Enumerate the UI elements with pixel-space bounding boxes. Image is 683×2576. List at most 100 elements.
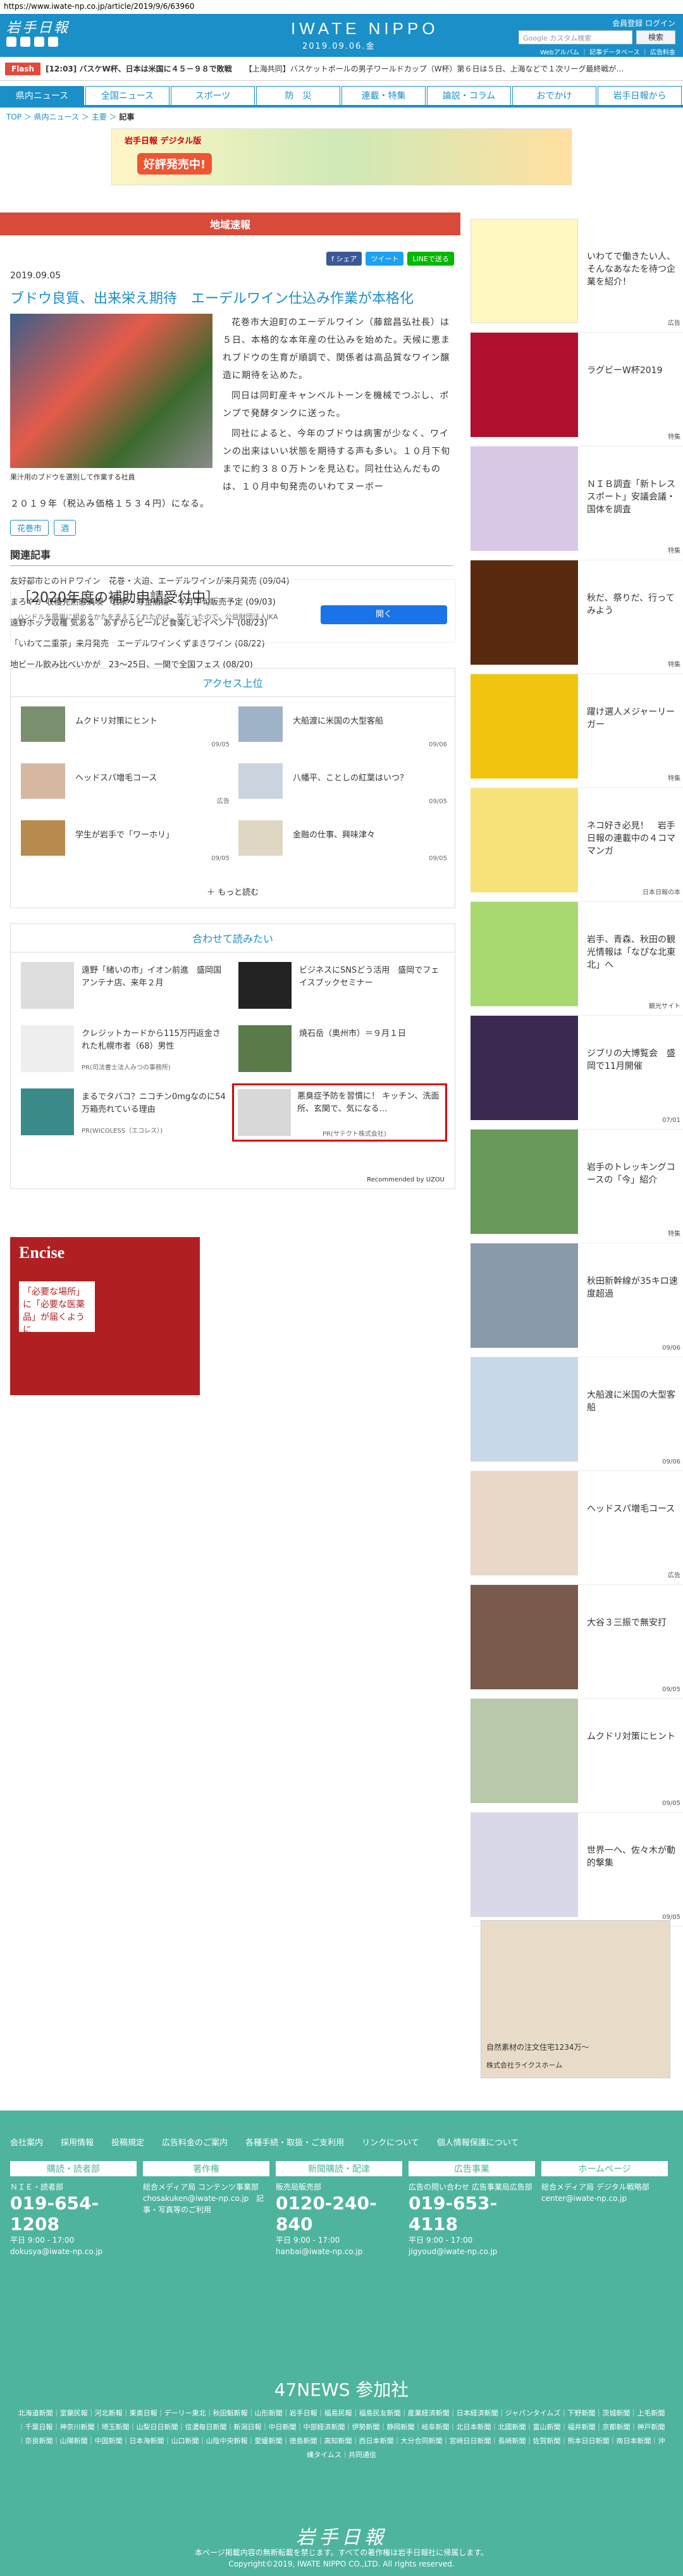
article-date: 2019.09.05 — [10, 271, 61, 281]
facebook-icon[interactable] — [6, 37, 16, 47]
sidebar-item[interactable]: 岩手、青森、秋田の観光情報は「なぴな北東北」へ 観光サイト — [471, 896, 683, 1016]
text-ad[interactable]: ［2020年度の補助申請受付中］ ハンドルを簡単に組めるかたを支えてくれたのは、… — [10, 579, 455, 643]
breadcrumb-main[interactable]: 主要 — [92, 113, 107, 121]
sidebar-item[interactable]: 大船渡に米国の大型客船 09/06 — [471, 1351, 683, 1471]
url-bar[interactable]: https://www.iwate-np.co.jp/article/2019/… — [0, 0, 683, 14]
footer-phone[interactable]: 0120-240-840 — [276, 2193, 402, 2234]
text-ad-open-button[interactable]: 開く — [321, 605, 447, 624]
read-more-link[interactable]: ＋ もっと読む — [11, 885, 455, 897]
footer-col-note[interactable]: center@iwate-np.co.jp — [541, 2193, 668, 2204]
ranking-date: 広告 — [217, 798, 230, 805]
breadcrumb: TOP ＞ 県内ニュース ＞ 主要 ＞ 記事 — [0, 108, 683, 126]
nav-tab-sports[interactable]: スポーツ — [171, 86, 255, 105]
footer-copyright: Copyright©2019, IWATE NIPPO CO.,LTD. All… — [228, 2560, 455, 2568]
footer-col-note[interactable]: 平日 9:00 - 17:00 dokusya@iwate-np.co.jp — [10, 2234, 137, 2257]
header-account-links[interactable]: 会員登録 ログイン — [612, 18, 675, 28]
footer-link[interactable]: 投稿規定 — [111, 2136, 144, 2148]
search-button[interactable]: 検索 — [636, 30, 675, 44]
house-ad[interactable]: 自然素材の注文住宅1234万〜 株式会社ライクスホーム — [481, 1920, 670, 2078]
sidebar-item[interactable]: ムクドリ対策にヒント 09/05 — [471, 1692, 683, 1813]
footer-link[interactable]: 採用情報 — [61, 2136, 94, 2148]
nav-tab-national[interactable]: 全国ニュース — [85, 86, 169, 105]
sidebar-item[interactable]: いわてで働きたい人、そんなあなたを待つ企業を紹介！ 広告 — [471, 213, 683, 333]
47news-list[interactable]: 北海道新聞｜室蘭民報｜河北新報｜東奥日報｜デーリー東北｜秋田魁新報｜山形新聞｜岩… — [15, 2407, 668, 2462]
recommend-item[interactable]: クレジットカードから115万円返金された札幌市者（68）男性 PR(司法書士法人み… — [21, 1025, 230, 1076]
nav-tab-features[interactable]: 連載・特集 — [342, 86, 426, 105]
footer-link[interactable]: 個人情報保護について — [437, 2136, 519, 2148]
ranking-item[interactable]: 八幡平、ことしの紅葉はいつ？ 09/05 — [238, 763, 447, 808]
recommend-item-highlighted[interactable]: 悪臭症予防を習慣に！ キッチン、洗面所、玄関で、気になる… PR(サテクト株式会社… — [232, 1083, 447, 1142]
footer-link[interactable]: 会社案内 — [10, 2136, 43, 2148]
nav-tab-opinion[interactable]: 論説・コラム — [427, 86, 511, 105]
line-icon[interactable] — [34, 37, 44, 47]
breadcrumb-local[interactable]: 県内ニュース — [34, 113, 79, 121]
recommend-pr: PR(サテクト株式会社) — [323, 1131, 386, 1138]
ranking-date: 09/05 — [429, 855, 447, 862]
facebook-share-button[interactable]: f シェア — [326, 252, 362, 266]
sidebar-item[interactable]: ＮＩＢ調査「新トレス スポート」安議会議・国体を調査 特集 — [471, 440, 683, 560]
sidebar-item[interactable]: 秋だ、祭りだ、行ってみよう 特集 — [471, 554, 683, 674]
recommend-powered-by[interactable]: Recommended by UZOU — [367, 1176, 445, 1183]
ranking-item[interactable]: ムクドリ対策にヒント 09/05 — [21, 706, 230, 751]
ranking-thumb — [238, 820, 283, 856]
brand-wordmark[interactable]: IWATE NIPPO — [291, 19, 439, 39]
sidebar-item[interactable]: 秋田新幹線が35キロ速度超過 09/06 — [471, 1237, 683, 1357]
tag-hanamaki[interactable]: 花巻市 — [10, 520, 49, 536]
sidebar-item[interactable]: ラグビーW杯2019 特集 — [471, 326, 683, 447]
line-share-button[interactable]: LINEで送る — [407, 252, 454, 266]
flash-item[interactable]: 【上海共同】バスケットボールの男子ワールドカップ（W杯）第６日は５日、上海などで… — [245, 63, 624, 74]
nav-tab-local[interactable]: 県内ニュース — [0, 86, 84, 105]
breadcrumb-top[interactable]: TOP — [6, 113, 22, 121]
article-photo[interactable] — [10, 314, 212, 468]
rss-icon[interactable] — [48, 37, 58, 47]
footer-phone[interactable]: 019-653-4118 — [409, 2193, 535, 2234]
sidebar-item[interactable]: ネコ好き必見！ 岩手日報の連載中の４コママンガ 日本日報の本 — [471, 782, 683, 902]
sidebar-text: 岩手、青森、秋田の観光情報は「なぴな北東北」へ — [587, 935, 675, 970]
recommend-item[interactable]: 遠野「緒いの市」イオン前進 盛岡国アンテナ店、来年２月 — [21, 962, 230, 1013]
footer-col-note[interactable]: chosakuken@iwate-np.co.jp 記事・写真等のご利用 — [143, 2193, 269, 2215]
footer-col-note[interactable]: 平日 9:00 - 17:00 jigyoud@iwate-np.co.jp — [409, 2234, 535, 2257]
sidebar-thumb — [471, 1471, 578, 1575]
share-buttons: f シェア ツイート LINEで送る — [326, 252, 454, 266]
ranking-item[interactable]: ヘッドスパ増毛コース 広告 — [21, 763, 230, 808]
footer-link[interactable]: 各種手続・取扱・ご支利用 — [245, 2136, 344, 2148]
footer-phone[interactable]: 019-654-1208 — [10, 2193, 137, 2234]
search-input[interactable]: Google カスタム検索 — [519, 30, 632, 44]
ranking-item[interactable]: 学生が岩手で「ワーホリ」 09/05 — [21, 820, 230, 865]
nav-tab-from-nippo[interactable]: 岩手日報から — [598, 86, 682, 105]
footer-contact-col: 新聞購読・配達 販売局販売部 0120-240-840 平日 9:00 - 17:00… — [276, 2161, 402, 2257]
sidebar-item[interactable]: 世界一へ、佐々木が動的撃集 09/05 — [471, 1806, 683, 1926]
sidebar-thumb — [471, 674, 578, 779]
banner-cta: 好評発売中! — [137, 153, 212, 175]
site-logo[interactable]: 岩手日報 — [6, 16, 70, 37]
nav-tab-disaster[interactable]: 防 災 — [256, 86, 340, 105]
nav-tab-outing[interactable]: おでかけ — [512, 86, 596, 105]
sidebar-item[interactable]: 大谷３三振で無安打 09/05 — [471, 1579, 683, 1699]
recommend-item[interactable]: 焼石岳（奥州市）＝９月１日 — [238, 1025, 447, 1076]
flash-ticker[interactable]: Flash [12:03] バスケW杯、日本は米国に４５－９８で敗戦 【上海共同… — [0, 57, 683, 81]
footer-col-note[interactable]: 平日 9:00 - 17:00 hanbai@iwate-np.co.jp — [276, 2234, 402, 2257]
digital-edition-banner[interactable]: 岩手日報 デジタル版 好評発売中! — [111, 128, 572, 185]
ranking-item[interactable]: 大船渡に米国の大型客船 09/06 — [238, 706, 447, 751]
footer-link[interactable]: 広告料金のご案内 — [162, 2136, 228, 2148]
sidebar-item[interactable]: 躍け選人メジャーリーガー 特集 — [471, 668, 683, 788]
encise-ad[interactable]: Encise 「必要な場所」に「必要な医薬品」が届くように — [10, 1237, 200, 1395]
header-sub-links[interactable]: Webアルバム ｜ 記事データベース ｜ 広告料金 — [540, 47, 675, 56]
recommend-item[interactable]: ビジネスにSNSどう活用 盛岡でフェイスブックセミナー — [238, 962, 447, 1013]
sidebar-item[interactable]: ヘッドスパ増毛コース 広告 — [471, 1465, 683, 1585]
twitter-icon[interactable] — [20, 37, 30, 47]
access-ranking: アクセス上位 ムクドリ対策にヒント 09/05 大船渡に米国の大型客船 09/06 … — [10, 668, 455, 908]
sidebar-text: 躍け選人メジャーリーガー — [587, 707, 675, 730]
tag-sake[interactable]: 酒 — [54, 520, 77, 536]
sidebar-item[interactable]: 岩手のトレッキングコースの「今」紹介 特集 — [471, 1123, 683, 1243]
sidebar-thumb — [471, 219, 578, 323]
ranking-item[interactable]: 金融の仕事、興味津々 09/05 — [238, 820, 447, 865]
footer-link[interactable]: リンクについて — [362, 2136, 419, 2148]
sidebar-thumb — [471, 1585, 578, 1689]
sidebar-item[interactable]: ジブリの大博覧会 盛岡で11月開催 07/01 — [471, 1009, 683, 1130]
footer-logo[interactable]: 岩手日報 — [0, 2522, 683, 2549]
tweet-button[interactable]: ツイート — [366, 252, 404, 266]
breadcrumb-separator: ＞ — [79, 113, 92, 121]
flash-item[interactable]: [12:03] バスケW杯、日本は米国に４５－９８で敗戦 — [46, 63, 232, 74]
recommend-item[interactable]: まるでタバコ？ニコチン0mgなのに54万箱売れている理由 PR(WICOLESS（… — [21, 1088, 230, 1139]
